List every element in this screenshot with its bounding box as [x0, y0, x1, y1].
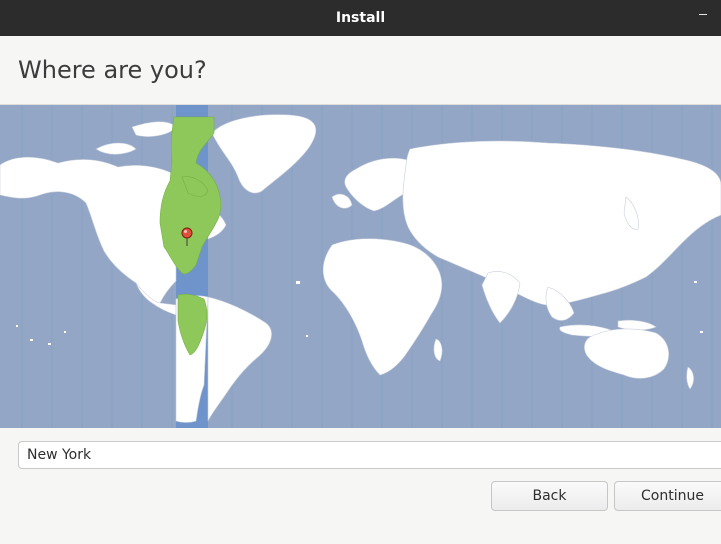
back-button[interactable]: Back — [491, 481, 608, 511]
timezone-map[interactable] — [0, 105, 721, 428]
minimize-icon[interactable] — [699, 14, 707, 15]
page-header: Where are you? — [0, 36, 721, 105]
window-titlebar: Install — [0, 0, 721, 36]
window-title: Install — [335, 10, 386, 26]
continue-button[interactable]: Continue — [614, 481, 721, 511]
location-input[interactable] — [18, 441, 721, 469]
world-map[interactable] — [0, 105, 721, 428]
page-title: Where are you? — [18, 56, 207, 84]
